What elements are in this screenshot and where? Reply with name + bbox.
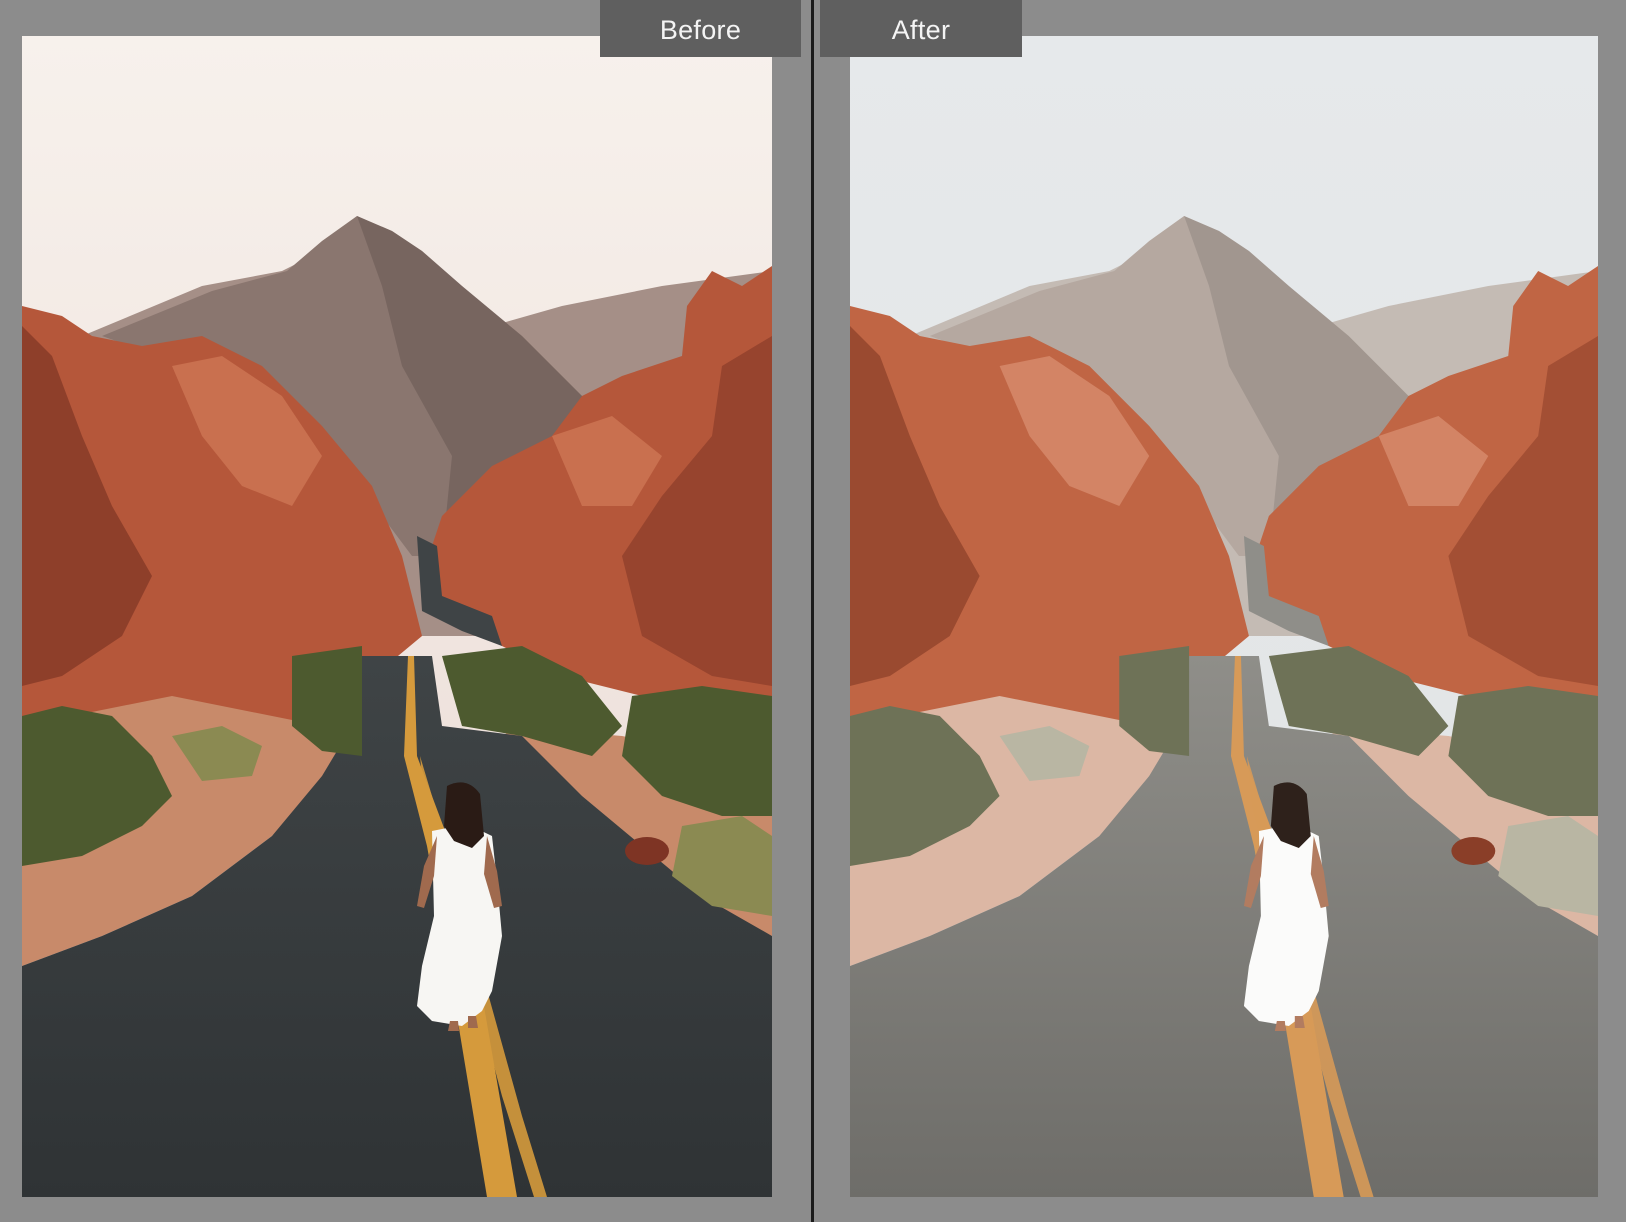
before-photo[interactable] xyxy=(22,36,772,1197)
after-label: After xyxy=(820,0,1022,57)
compare-divider[interactable] xyxy=(808,0,816,1222)
after-photo[interactable] xyxy=(850,36,1598,1197)
before-pane[interactable]: Before xyxy=(0,0,808,1222)
after-pane[interactable]: After xyxy=(816,0,1626,1222)
before-label: Before xyxy=(600,0,801,57)
roadside-boulder xyxy=(625,837,669,865)
after-photo-image xyxy=(850,36,1598,1197)
roadside-boulder xyxy=(1451,837,1496,865)
before-photo-image xyxy=(22,36,772,1197)
compare-divider-line xyxy=(811,0,814,1222)
before-after-compare-view: Before After xyxy=(0,0,1626,1222)
